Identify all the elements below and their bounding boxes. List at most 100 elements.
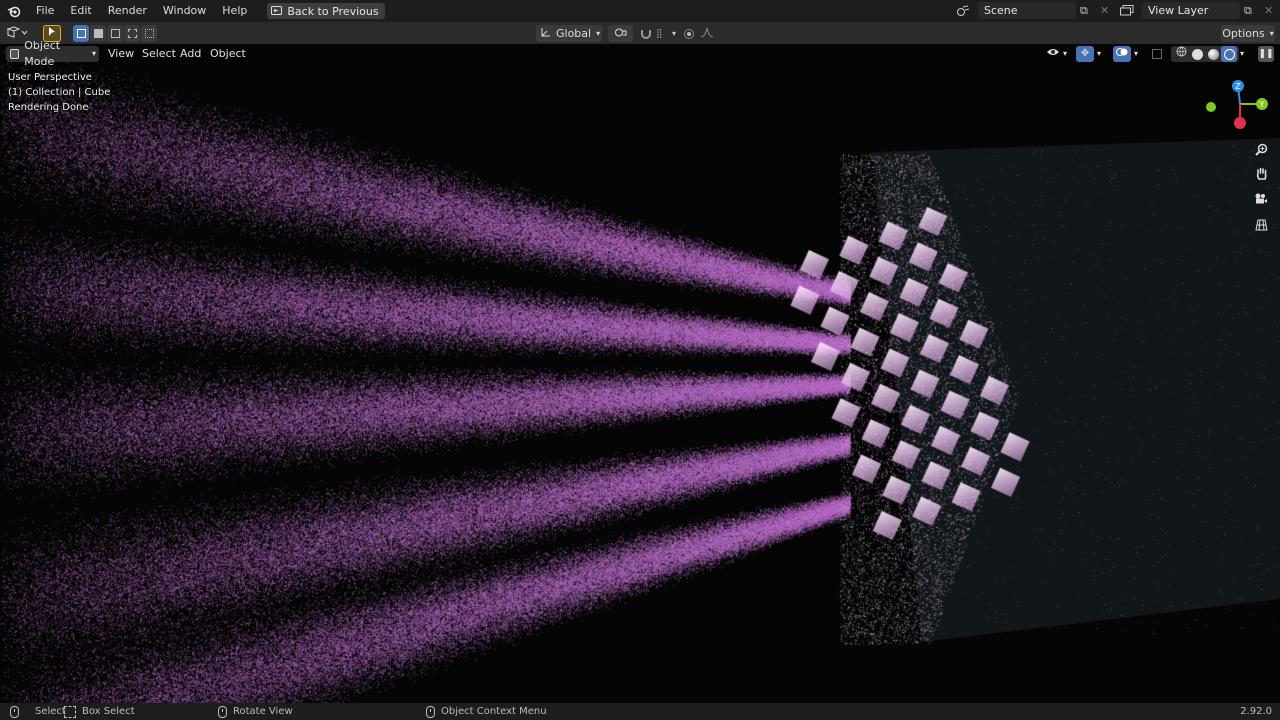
menu-help[interactable]: Help — [214, 0, 255, 22]
pivot-point-icon — [614, 27, 627, 41]
rendered-shading-button[interactable] — [1221, 46, 1237, 62]
material-sphere-icon — [1207, 48, 1219, 60]
object-visibility-dropdown[interactable]: ▾ — [1046, 46, 1067, 62]
solid-shading-button[interactable] — [1189, 48, 1205, 60]
status-rotate-label: Rotate View — [233, 706, 293, 717]
snapping-group: ⣿ ▾ — [638, 25, 680, 42]
status-box-select-label: Box Select — [82, 706, 135, 717]
transform-orientation-dropdown[interactable]: Global ▾ — [536, 25, 602, 42]
delete-view-layer-icon[interactable]: ✕ — [1264, 4, 1276, 17]
viewport-menu-object[interactable]: Object — [210, 46, 246, 62]
overlay-circles-icon — [1116, 46, 1128, 62]
menu-file[interactable]: File — [28, 0, 62, 22]
back-to-previous-label: Back to Previous — [287, 4, 379, 18]
chevron-down-icon: ▾ — [1097, 49, 1102, 58]
xray-toggle-button[interactable] — [1152, 46, 1166, 62]
zoom-view-button[interactable] — [1250, 140, 1272, 162]
view-layer-selector: View Layer ⧉ ✕ — [1116, 2, 1276, 19]
status-context-menu-hint: Object Context Menu — [426, 703, 547, 720]
pause-render-button[interactable]: ❚❚ — [1258, 46, 1274, 62]
tool-header: Global ▾ ⣿ ▾ Options ▾ — [0, 22, 1280, 44]
menu-render[interactable]: Render — [100, 0, 155, 22]
blender-logo-icon[interactable] — [0, 0, 28, 22]
proportional-editing-icon[interactable] — [684, 28, 694, 39]
snap-magnet-icon[interactable] — [638, 28, 654, 40]
shading-options-chevron-icon[interactable]: ▾ — [1240, 46, 1244, 62]
viewport-collection-text: (1) Collection | Cube — [8, 87, 111, 98]
pan-view-button[interactable] — [1250, 165, 1272, 187]
ortho-toggle-button[interactable] — [1250, 216, 1272, 238]
gizmo-arrows-icon: ✥ — [1080, 48, 1090, 59]
viewport-menu-view[interactable]: View — [108, 46, 134, 62]
object-mode-dropdown[interactable]: Object Mode ▾ — [6, 39, 99, 68]
viewport-menu-add[interactable]: Add — [180, 46, 201, 62]
select-intersect-icon — [144, 29, 154, 38]
object-mode-icon — [10, 49, 20, 59]
rendered-sphere-icon — [1223, 48, 1235, 60]
grid-perspective-icon — [1254, 219, 1268, 235]
scene-name-field[interactable]: Scene — [978, 2, 1076, 19]
gizmo-toggle-button[interactable]: ✥ — [1076, 46, 1094, 62]
zoom-magnifier-icon — [1254, 143, 1268, 160]
proportional-editing-group — [684, 25, 726, 42]
gizmo-z-label: Z — [1235, 82, 1241, 91]
camera-icon — [1254, 193, 1268, 209]
select-subtract-icon — [110, 29, 120, 38]
xray-icon — [1152, 49, 1162, 59]
status-select-hint: Select — [10, 703, 66, 720]
select-extend-button[interactable] — [90, 25, 106, 42]
chevron-down-icon: ▾ — [672, 29, 677, 38]
scene-icon[interactable] — [952, 5, 974, 17]
camera-view-button[interactable] — [1250, 190, 1272, 212]
viewport-perspective-text: User Perspective — [8, 72, 92, 83]
select-intersect-button[interactable] — [141, 25, 157, 42]
material-preview-button[interactable] — [1205, 48, 1221, 60]
select-subtract-button[interactable] — [107, 25, 123, 42]
menu-edit[interactable]: Edit — [62, 0, 99, 22]
chevron-down-icon: ▾ — [1269, 29, 1274, 38]
gizmo-neg-y-axis[interactable] — [1206, 102, 1216, 112]
view-layer-name-field[interactable]: View Layer — [1142, 2, 1240, 19]
viewport-menu-select[interactable]: Select — [142, 46, 176, 62]
orientation-icon — [540, 27, 551, 41]
render-canvas[interactable] — [0, 44, 1280, 703]
eye-icon — [1046, 46, 1060, 62]
solid-sphere-icon — [1191, 48, 1203, 60]
scene-selector: Scene ⧉ ✕ — [952, 2, 1112, 19]
proportional-dot — [687, 31, 691, 36]
menu-window[interactable]: Window — [155, 0, 214, 22]
chevron-down-icon: ▾ — [1134, 49, 1139, 58]
viewport-header: Object Mode ▾ View Select Add Object ▾ ✥… — [0, 39, 1280, 68]
navigation-gizmo[interactable]: Z Y — [1198, 76, 1280, 138]
top-menu-bar: File Edit Render Window Help Back to Pre… — [0, 0, 1280, 22]
duplicate-view-layer-icon[interactable]: ⧉ — [1244, 4, 1260, 18]
options-dropdown[interactable]: Options ▾ — [1221, 25, 1275, 42]
mouse-right-icon — [426, 705, 435, 718]
select-new-icon — [76, 29, 86, 38]
chevron-down-icon: ▾ — [91, 49, 96, 58]
chevron-down-icon: ▾ — [596, 29, 601, 38]
gizmo-x-axis[interactable] — [1234, 117, 1246, 129]
falloff-curve-icon[interactable] — [700, 27, 714, 41]
viewport-render-status: Rendering Done — [8, 102, 89, 113]
chevron-down-icon: ▾ — [1063, 49, 1068, 58]
select-invert-button[interactable] — [124, 25, 140, 42]
back-to-previous-button[interactable]: Back to Previous — [267, 3, 385, 19]
gizmo-y-label: Y — [1259, 100, 1265, 109]
mouse-left-icon — [10, 705, 19, 718]
view-layer-icon[interactable] — [1116, 5, 1138, 16]
gizmo-toggle[interactable]: ✥ ▾ — [1076, 46, 1101, 62]
pivot-point-dropdown[interactable] — [608, 25, 633, 42]
duplicate-scene-icon[interactable]: ⧉ — [1080, 4, 1096, 18]
select-extend-icon — [93, 29, 103, 38]
delete-scene-icon[interactable]: ✕ — [1100, 4, 1112, 17]
transform-orientation-value: Global — [556, 27, 592, 40]
wireframe-shading-button[interactable] — [1173, 46, 1189, 62]
overlay-toggle[interactable]: ▾ — [1113, 46, 1138, 62]
blender-version: 2.92.0 — [1240, 703, 1272, 720]
status-context-menu-label: Object Context Menu — [441, 706, 547, 717]
overlay-toggle-button[interactable] — [1113, 46, 1131, 62]
3d-viewport[interactable]: User Perspective (1) Collection | Cube R… — [0, 44, 1280, 703]
snap-increment-icon[interactable]: ⣿ — [656, 29, 670, 39]
status-select-label: Select — [35, 706, 66, 717]
